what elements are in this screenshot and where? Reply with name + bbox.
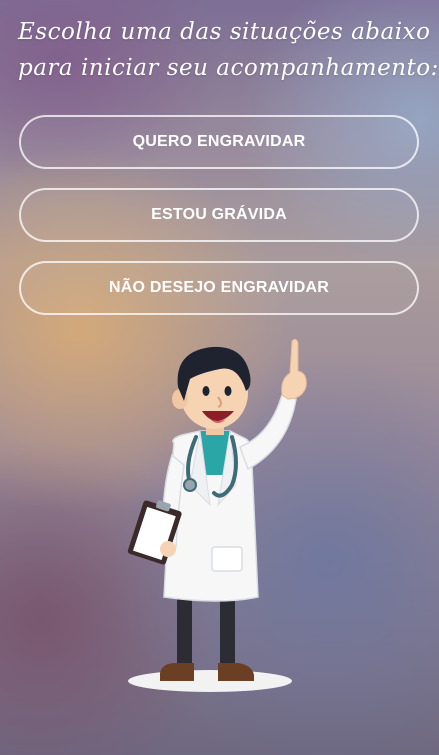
- right-leg: [220, 597, 235, 669]
- stethoscope-chest: [183, 478, 197, 492]
- title-line-1: Escolha uma das situações abaixo: [18, 19, 431, 45]
- left-leg: [177, 597, 192, 669]
- nao-desejo-engravidar-button[interactable]: NÃO DESEJO ENGRAVIDAR: [19, 261, 419, 315]
- pointing-hand: [281, 338, 307, 400]
- left-shoe: [160, 663, 194, 681]
- right-eye: [224, 386, 232, 396]
- floor-shadow: [128, 670, 292, 692]
- page-title: Escolha uma das situações abaixo para in…: [18, 14, 439, 86]
- left-hand: [160, 541, 176, 557]
- estou-gravida-button[interactable]: ESTOU GRÁVIDA: [19, 188, 419, 242]
- right-shoe: [218, 663, 254, 681]
- left-eye: [202, 386, 210, 396]
- title-line-2: para iniciar seu acompanhamento:: [18, 55, 439, 81]
- quero-engravidar-button[interactable]: QUERO ENGRAVIDAR: [19, 115, 419, 169]
- coat-pocket: [211, 546, 243, 572]
- raised-arm: [239, 394, 297, 471]
- doctor-illustration: [127, 338, 307, 692]
